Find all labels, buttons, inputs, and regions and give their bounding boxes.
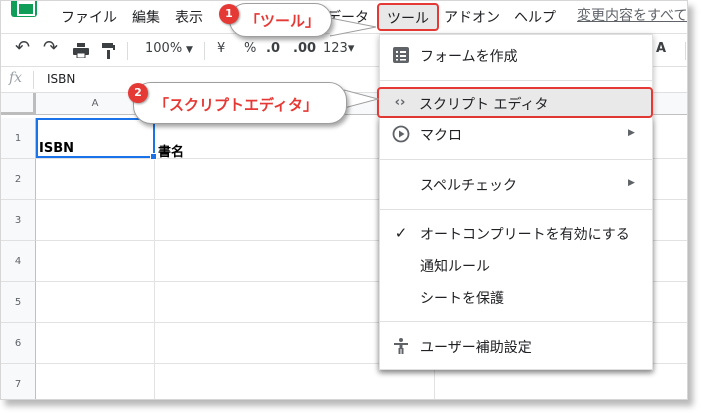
select-all-corner[interactable] xyxy=(1,93,36,115)
toolbar-divider xyxy=(685,42,686,60)
menu-tools[interactable]: ツール xyxy=(377,3,439,31)
cell-b1-text: 書名 xyxy=(158,145,185,160)
menu-tools-label: ツール xyxy=(387,11,429,27)
menu-help[interactable]: ヘルプ xyxy=(514,7,556,27)
more-formats-button[interactable]: 123▾ xyxy=(323,41,354,56)
row-header-6[interactable]: 6 xyxy=(1,323,36,364)
menu-divider xyxy=(380,159,652,160)
menu-item-label: オートコンプリートを有効にする xyxy=(420,227,630,243)
fx-icon: fx xyxy=(9,70,23,86)
row-header-3[interactable]: 3 xyxy=(1,200,36,241)
accessibility-icon xyxy=(394,338,408,354)
print-icon[interactable] xyxy=(73,43,89,58)
code-icon: ‹› xyxy=(394,95,406,110)
active-cell-selection xyxy=(36,118,155,158)
callout-2-text: 「スクリプトエディタ」 xyxy=(154,96,318,114)
increase-decimal-button[interactable]: .00 xyxy=(293,41,316,56)
currency-format-button[interactable]: ¥ xyxy=(217,41,225,56)
row-header-5[interactable]: 5 xyxy=(1,282,36,323)
step-badge-2: 2 xyxy=(128,83,148,103)
submenu-arrow-icon: ▶ xyxy=(628,178,635,188)
cell-a3[interactable] xyxy=(36,200,155,241)
percent-format-button[interactable]: % xyxy=(244,41,256,56)
menu-item-label: マクロ xyxy=(420,128,462,144)
sheets-logo-icon[interactable] xyxy=(11,1,37,17)
menu-view[interactable]: 表示 xyxy=(175,7,203,27)
menu-item-macros[interactable]: マクロ ▶ xyxy=(380,118,652,150)
menu-edit[interactable]: 編集 xyxy=(132,7,160,27)
callout-2: 「スクリプトエディタ」 xyxy=(133,82,347,124)
callout-1-tail xyxy=(330,17,377,37)
menu-addons[interactable]: アドオン xyxy=(444,7,500,27)
step-badge-1: 1 xyxy=(219,4,239,24)
zoom-select[interactable]: 100% xyxy=(145,41,182,56)
formula-input[interactable]: ISBN xyxy=(47,72,75,86)
menu-item-label: シートを保護 xyxy=(420,291,504,307)
menu-divider xyxy=(380,321,652,322)
redo-icon[interactable]: ↷ xyxy=(43,37,58,58)
menu-item-accessibility[interactable]: ユーザー補助設定 xyxy=(380,330,652,362)
menu-divider xyxy=(380,209,652,210)
row-header-4[interactable]: 4 xyxy=(1,241,36,282)
submenu-arrow-icon: ▶ xyxy=(628,128,635,138)
cell-a2[interactable] xyxy=(36,159,155,200)
row-header-7[interactable]: 7 xyxy=(1,364,36,399)
fill-handle[interactable] xyxy=(150,153,157,160)
cell-a7[interactable] xyxy=(36,364,155,399)
menu-item-autocomplete[interactable]: ✓ オートコンプリートを有効にする xyxy=(380,217,652,249)
form-icon xyxy=(393,47,409,63)
menu-item-notification-rules[interactable]: 通知ルール xyxy=(380,249,652,281)
menu-file[interactable]: ファイル xyxy=(61,7,117,27)
check-icon: ✓ xyxy=(394,224,408,242)
play-circle-icon xyxy=(392,125,410,143)
row-header-1[interactable]: 1 xyxy=(1,118,36,159)
spreadsheet-window: ファイル 編集 表示 データ ツール アドオン ヘルプ 変更内容をすべて ↶ ↷… xyxy=(0,0,688,400)
menu-item-create-form[interactable]: フォームを作成 xyxy=(380,39,652,71)
zoom-chevron-down-icon[interactable]: ▼ xyxy=(186,45,193,55)
row-header-2[interactable]: 2 xyxy=(1,159,36,200)
tools-menu-lower: マクロ ▶ スペルチェック ▶ ✓ オートコンプリートを有効にする 通知ルール … xyxy=(379,118,653,370)
callout-1-label: 「ツール」 xyxy=(245,12,321,30)
menu-item-script-editor[interactable]: ‹› スクリプト エディタ xyxy=(377,87,653,118)
text-color-icon[interactable]: A xyxy=(656,41,666,56)
cell-a6[interactable] xyxy=(36,323,155,364)
callout-2-tail xyxy=(344,89,380,109)
undo-icon[interactable]: ↶ xyxy=(15,37,30,58)
decrease-decimal-button[interactable]: .0 xyxy=(266,41,280,56)
last-edit-link[interactable]: 変更内容をすべて xyxy=(577,5,687,25)
menu-item-label: スペルチェック xyxy=(420,178,518,194)
menu-item-label: 通知ルール xyxy=(420,259,490,275)
menu-item-label: スクリプト エディタ xyxy=(419,97,549,113)
cell-a4[interactable] xyxy=(36,241,155,282)
toolbar-divider xyxy=(204,42,205,60)
menu-divider xyxy=(380,80,652,81)
toolbar-divider xyxy=(127,42,128,60)
menu-item-protect-sheet[interactable]: シートを保護 xyxy=(380,281,652,313)
menu-item-label: フォームを作成 xyxy=(420,49,518,65)
formula-divider xyxy=(33,71,34,89)
menu-item-label: ユーザー補助設定 xyxy=(420,340,532,356)
cell-a5[interactable] xyxy=(36,282,155,323)
menu-item-spellcheck[interactable]: スペルチェック ▶ xyxy=(380,168,652,200)
paint-format-icon[interactable] xyxy=(102,43,115,59)
